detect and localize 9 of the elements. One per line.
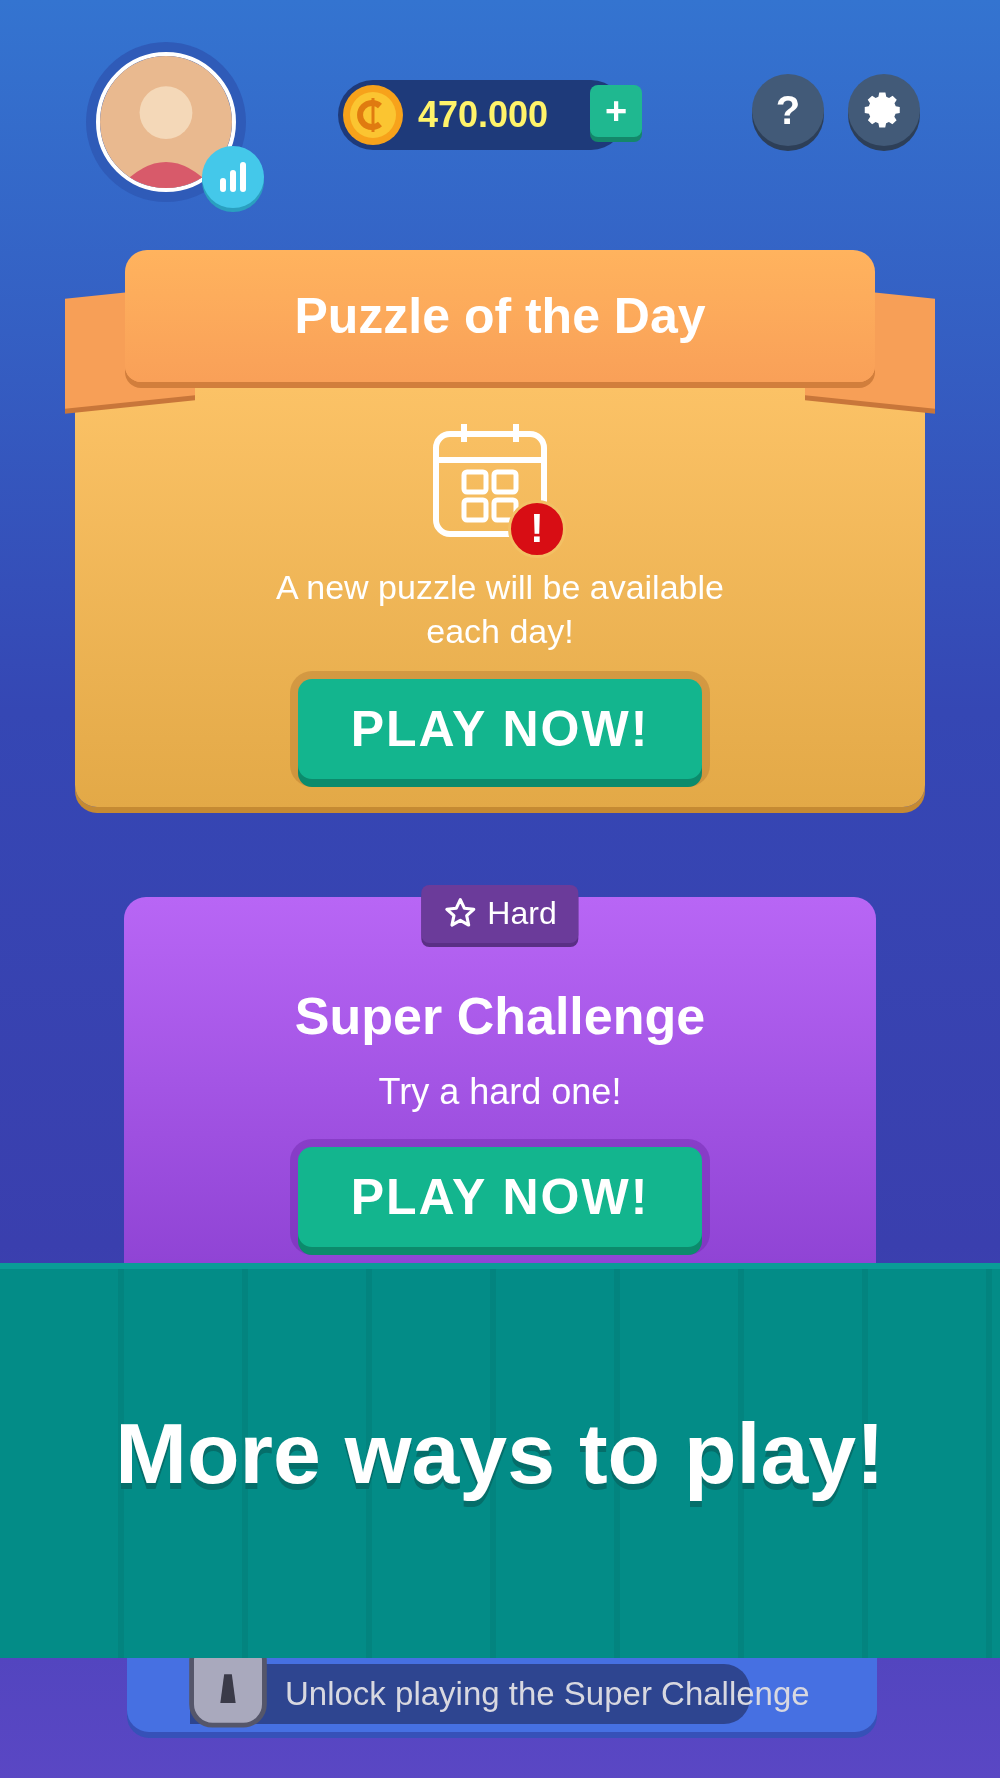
daily-message: A new puzzle will be available each day! bbox=[275, 567, 725, 653]
stats-icon[interactable] bbox=[202, 146, 264, 208]
coin-amount: 470.000 bbox=[418, 93, 549, 137]
challenge-subtitle: Try a hard one! bbox=[377, 1070, 623, 1115]
promo-headline: More ways to play! bbox=[115, 1404, 885, 1503]
coin-icon bbox=[342, 84, 404, 146]
badge-label: Hard bbox=[487, 894, 557, 934]
alert-badge: ! bbox=[508, 500, 566, 558]
challenge-title: Super Challenge bbox=[293, 986, 707, 1048]
